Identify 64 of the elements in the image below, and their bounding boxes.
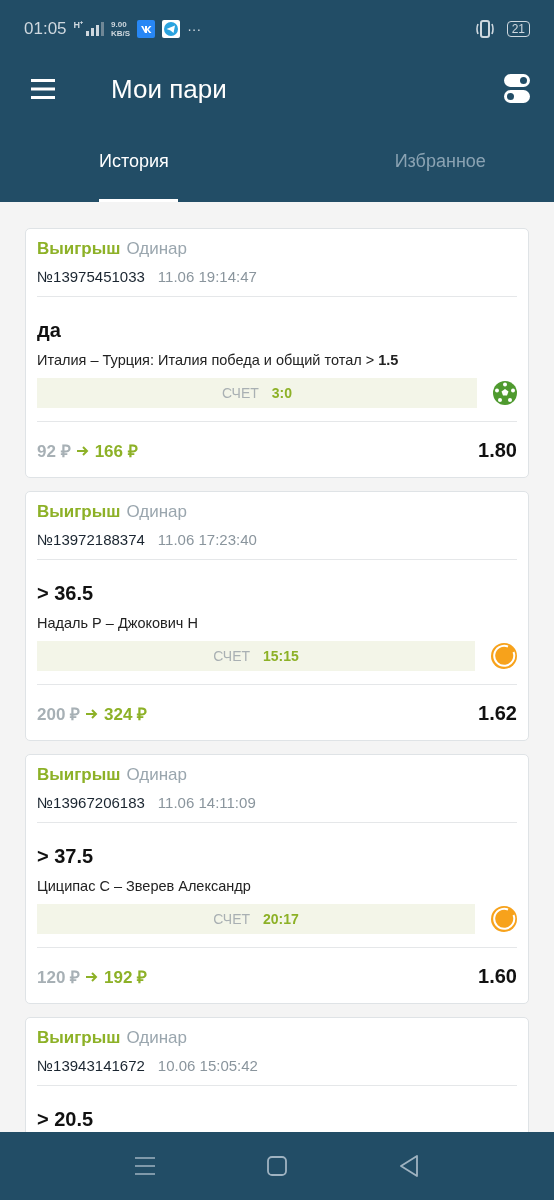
bet-number: №13943141672: [37, 1057, 145, 1074]
bet-date: 10.06 15:05:42: [157, 1057, 258, 1074]
score-value: 20:17: [263, 911, 299, 927]
stake-amount: 92 ₽: [37, 441, 71, 462]
bet-pick: да: [37, 319, 62, 342]
event-description: Надаль Р – Джокович Н: [37, 615, 199, 631]
event-description: Италия – Турция: Италия победа и общий тотал > 1.5: [37, 352, 400, 368]
bet-result: Выигрыш: [37, 1028, 121, 1048]
bet-number: №13975451033: [37, 268, 145, 285]
soccer-ball-icon: [493, 381, 517, 405]
stake-amount: 120 ₽: [37, 967, 81, 988]
bet-date: 11.06 14:11:09: [157, 794, 256, 811]
tennis-ball-icon: [491, 906, 517, 932]
bet-date: 11.06 17:23:40: [157, 531, 257, 548]
bet-number: №13972188374: [37, 531, 145, 548]
status-time: 01:05: [24, 19, 67, 39]
arrow-icon: [86, 708, 99, 719]
signal-icon: [86, 22, 105, 36]
tab[interactable]: История: [0, 120, 327, 202]
event-description: Циципас С – Зверев Александр: [37, 878, 252, 894]
bet-odds: 1.60: [478, 965, 517, 988]
score-label: СЧЕТ: [221, 385, 259, 401]
battery-indicator: 21: [506, 21, 530, 37]
score-label: СЧЕТ: [213, 648, 251, 664]
more-notifications: ···: [187, 21, 202, 37]
bet-type: Одинар: [126, 239, 187, 259]
vibrate-icon: [473, 20, 496, 38]
bet-pick: > 37.5: [37, 845, 95, 868]
stake-amount: 200 ₽: [37, 704, 81, 725]
bet-date: 11.06 19:14:47: [157, 268, 257, 285]
bet-pick: > 36.5: [37, 582, 95, 605]
bet-card[interactable]: Выигрыш Одинар №13967206183 11.06 14:11:09 > 37.5 Циципас С – Зверев Александр СЧЕТ 20:17 120 ₽ 192 ₽ 1.60: [25, 754, 529, 1004]
bet-result: Выигрыш: [37, 239, 121, 259]
score-value: 15:15: [263, 648, 299, 664]
network-type: H⁺: [73, 19, 84, 31]
back-icon[interactable]: [399, 1155, 419, 1177]
bet-odds: 1.80: [478, 439, 517, 462]
bet-result: Выигрыш: [37, 765, 121, 785]
vk-app-icon: [137, 20, 156, 38]
payout-amount: 324 ₽: [104, 704, 148, 725]
bet-type: Одинар: [126, 1028, 187, 1048]
bet-number: №13967206183: [37, 794, 145, 811]
bet-odds: 1.62: [478, 702, 517, 725]
home-icon[interactable]: [267, 1156, 287, 1176]
bet-type: Одинар: [126, 765, 187, 785]
payout-amount: 166 ₽: [94, 441, 138, 462]
arrow-icon: [86, 971, 99, 982]
tennis-ball-icon: [491, 643, 517, 669]
speed-unit: KB/S: [111, 29, 131, 38]
bet-result: Выигрыш: [37, 502, 121, 522]
menu-icon[interactable]: [31, 79, 55, 99]
bet-type: Одинар: [126, 502, 187, 522]
network-speed: 9.00: [111, 20, 128, 29]
toggle-icon[interactable]: [504, 74, 530, 104]
bet-card[interactable]: Выигрыш Одинар №13943141672 10.06 15:05:42 > 20.5: [25, 1017, 529, 1132]
bet-pick: > 20.5: [37, 1108, 95, 1131]
bet-card[interactable]: Выигрыш Одинар №13975451033 11.06 19:14:47 да Италия – Турция: Италия победа и общий тотал > 1.5 СЧЕТ 3:0 92 ₽ 166 ₽ 1.80: [25, 228, 529, 478]
score-value: 3:0: [271, 385, 293, 401]
arrow-icon: [76, 445, 89, 456]
page-title: Мои пари: [111, 73, 227, 105]
bet-card[interactable]: Выигрыш Одинар №13972188374 11.06 17:23:40 > 36.5 Надаль Р – Джокович Н СЧЕТ 15:15 200 ₽ 324 ₽ 1.62: [25, 491, 529, 741]
payout-amount: 192 ₽: [104, 967, 148, 988]
score-label: СЧЕТ: [213, 911, 251, 927]
telegram-app-icon: [162, 20, 181, 38]
